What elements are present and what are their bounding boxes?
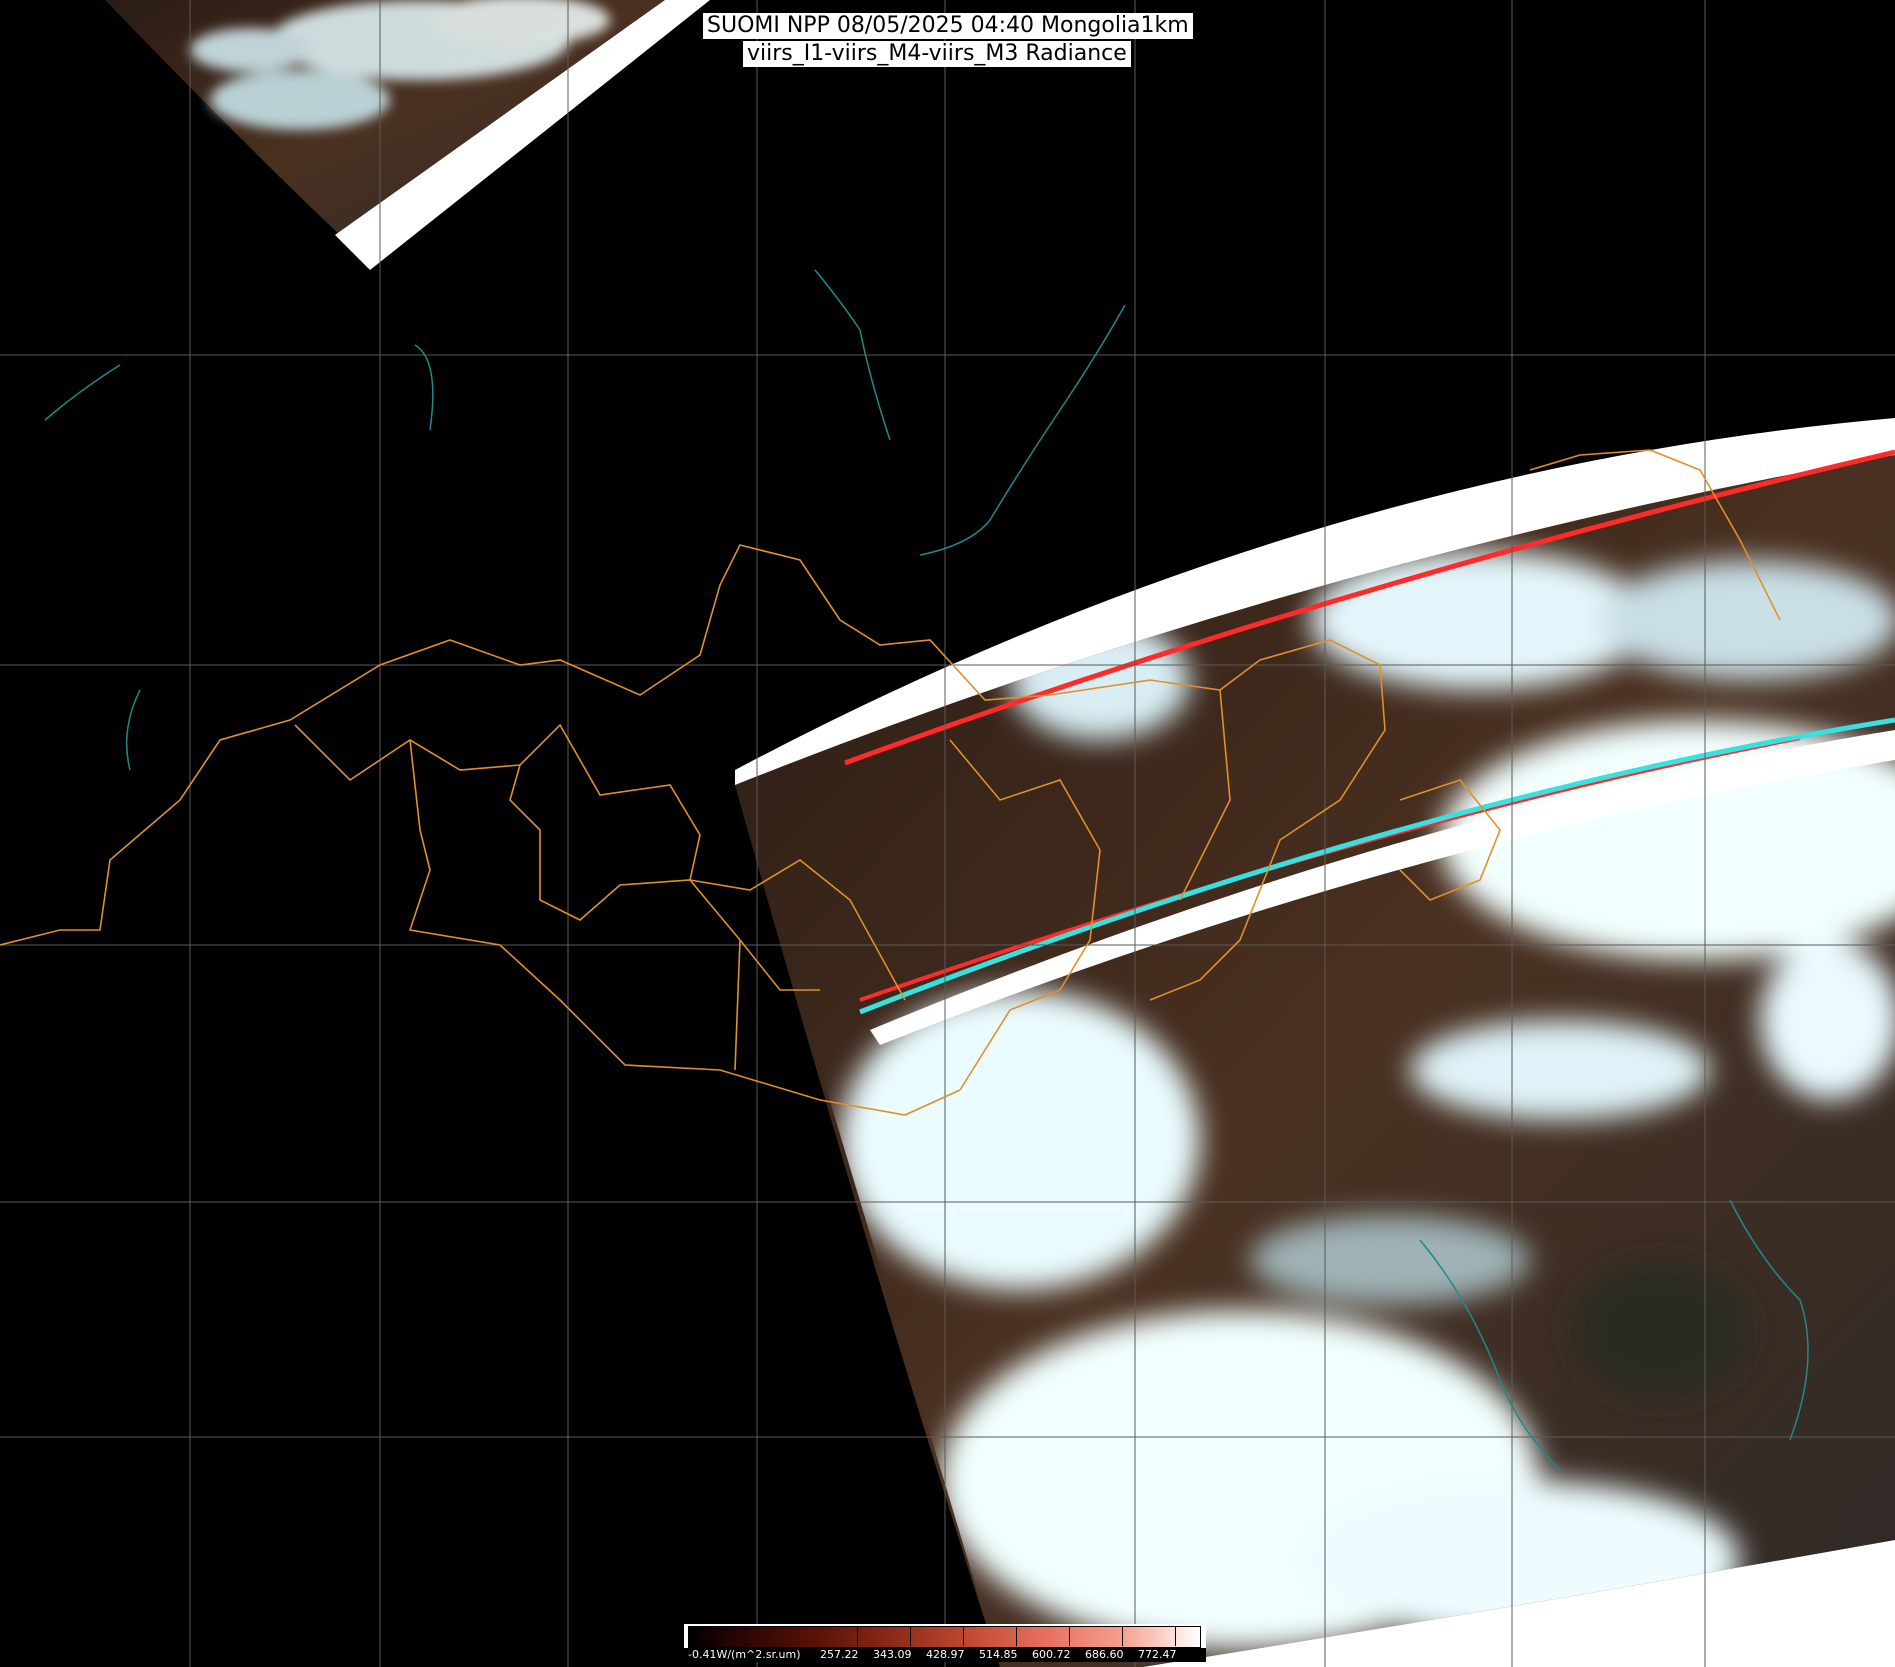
colorbar-label: 772.47 [1138,1648,1177,1661]
colorbar-tick [963,1626,964,1646]
colorbar-label: -0.41W/(m^2.sr.um) [688,1648,801,1661]
satellite-map [0,0,1895,1667]
colorbar-tick [910,1626,911,1646]
colorbar-tick [1175,1626,1176,1646]
colorbar-label: 257.22 [820,1648,859,1661]
colorbar-label: 343.09 [873,1648,912,1661]
colorbar-label: 428.97 [926,1648,965,1661]
title-line-2: viirs_I1-viirs_M4-viirs_M3 Radiance [743,41,1131,67]
colorbar-label: 514.85 [979,1648,1018,1661]
colorbar-label: 600.72 [1032,1648,1071,1661]
colorbar-tick [1069,1626,1070,1646]
colorbar-tick [745,1626,746,1646]
colorbar-ramp [688,1626,1201,1648]
colorbar-label: 686.60 [1085,1648,1124,1661]
colorbar-tick [857,1626,858,1646]
title-line-1: SUOMI NPP 08/05/2025 04:40 Mongolia1km [703,13,1193,39]
colorbar-labels: -0.41W/(m^2.sr.um) 257.22 343.09 428.97 … [684,1648,1206,1662]
colorbar-tick [1122,1626,1123,1646]
colorbar-tick [1016,1626,1017,1646]
colorbar: -0.41W/(m^2.sr.um) 257.22 343.09 428.97 … [684,1624,1206,1662]
